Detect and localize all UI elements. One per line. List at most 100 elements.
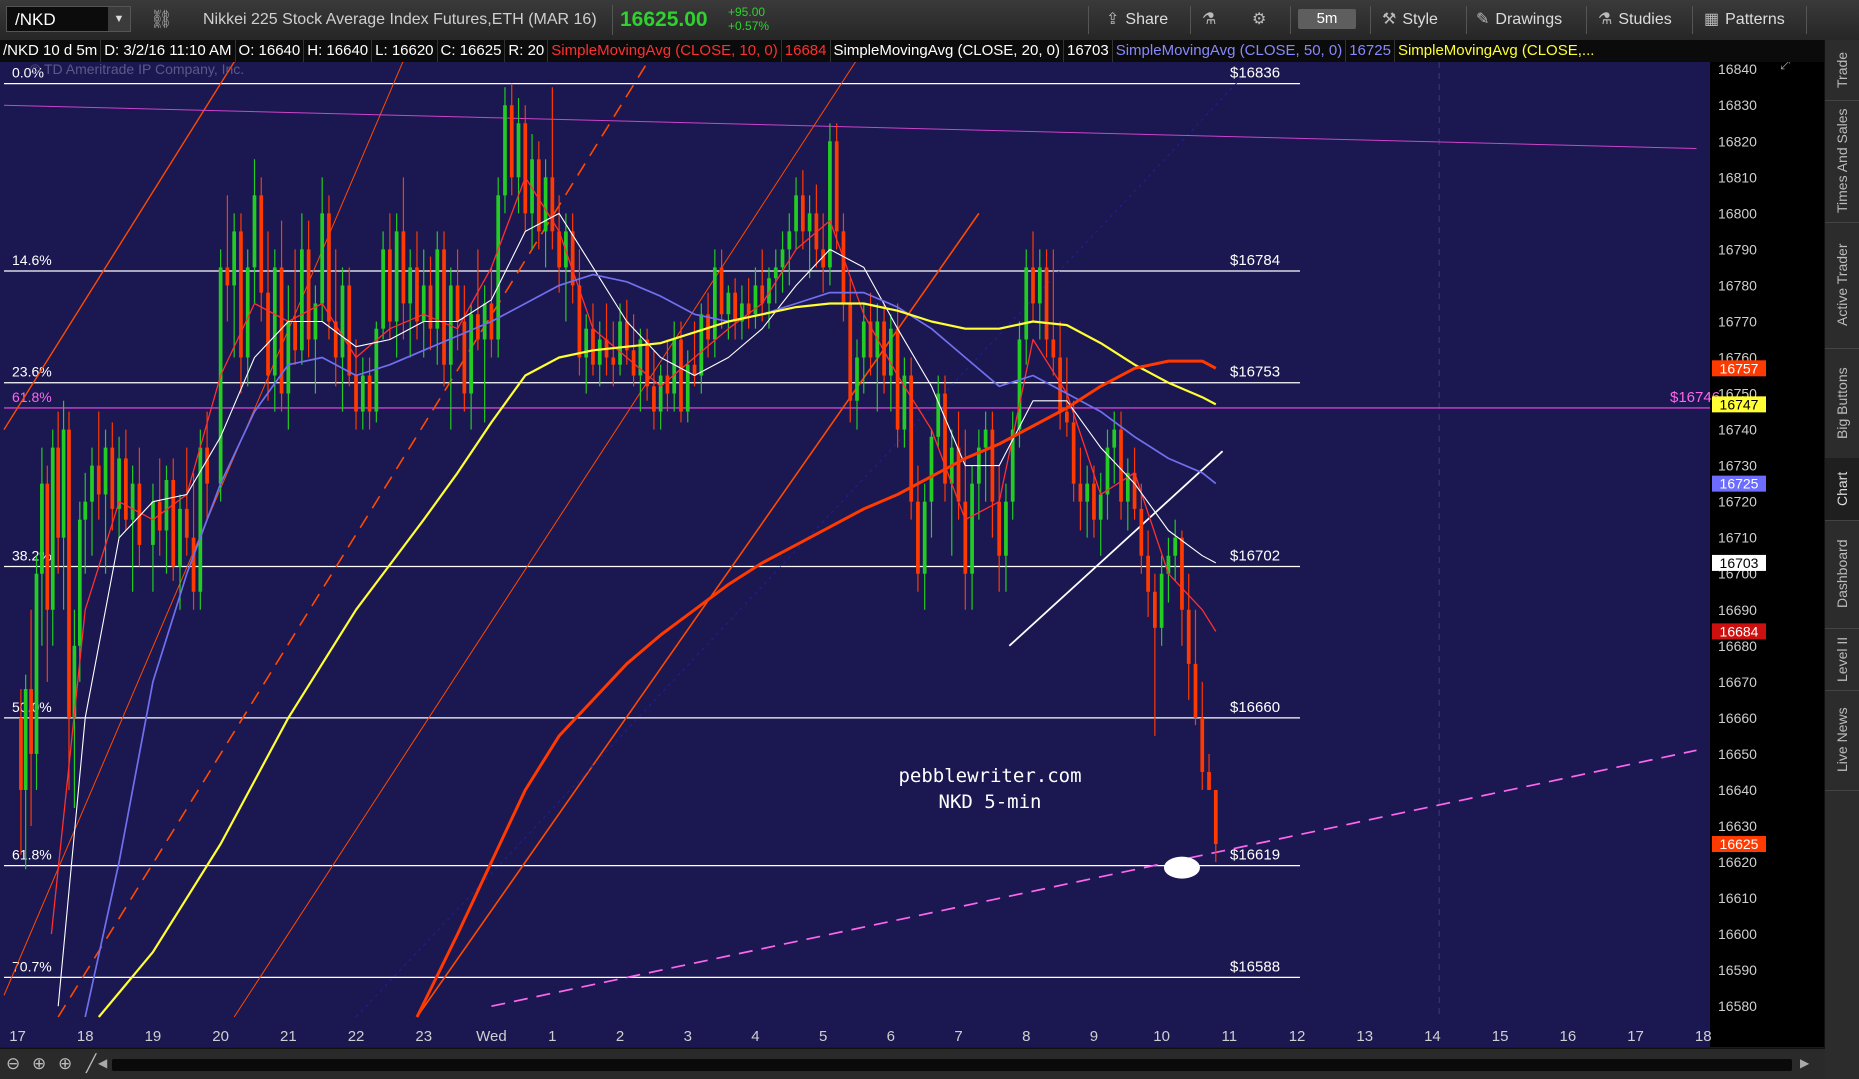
y-tick-label: 16640 <box>1718 782 1757 798</box>
toolbar-separator <box>1692 6 1693 34</box>
candle-body <box>130 483 135 520</box>
price-chart[interactable]: 0.0% $1683614.6% $1678423.6% $1675338.2% $16… <box>0 0 1825 1047</box>
top-toolbar: /NKD ▼ ⛓ Nikkei 225 Stock Average Index … <box>0 0 1859 41</box>
x-tick-label: 18 <box>77 1028 94 1045</box>
candle-body <box>503 105 507 196</box>
zoom-in-icon[interactable]: ⊕ <box>58 1054 72 1074</box>
link-icon[interactable]: ⛓ <box>150 9 173 30</box>
candle-body <box>67 429 71 718</box>
x-tick-label: 3 <box>684 1028 692 1045</box>
scroll-track[interactable] <box>112 1059 1792 1071</box>
x-tick-label: 1 <box>548 1028 556 1045</box>
candle-body <box>855 357 859 401</box>
price-tag-label: 16757 <box>1720 360 1759 376</box>
candle-body <box>110 447 115 509</box>
price-tag-label: 16684 <box>1720 623 1759 639</box>
flask-button[interactable]: ⚗ <box>1202 8 1222 32</box>
y-tick-label: 16730 <box>1718 458 1757 474</box>
sma10-label[interactable]: SimpleMovingAvg (CLOSE, 10, 0) <box>548 40 782 62</box>
share-icon: ⇪ <box>1106 11 1120 28</box>
sidebar-tab-times-and-sales[interactable]: Times And Sales <box>1825 100 1859 223</box>
sidebar-tab-big-buttons[interactable]: Big Buttons <box>1825 348 1859 459</box>
sidebar-tab-level-ii[interactable]: Level II <box>1825 628 1859 691</box>
studies-button[interactable]: ⚗ Studies <box>1598 8 1672 32</box>
candle-body <box>888 328 893 376</box>
drawings-label: Drawings <box>1495 11 1563 28</box>
zoom-out-icon[interactable]: ⊖ <box>6 1054 20 1074</box>
fib-percent-label: 14.6% <box>12 252 52 268</box>
candle-body <box>45 483 50 610</box>
sidebar-tab-trade[interactable]: Trade <box>1825 40 1859 101</box>
sidebar-tab-dashboard[interactable]: Dashboard <box>1825 520 1859 629</box>
symbol-dropdown-icon[interactable]: ▼ <box>108 7 130 31</box>
x-tick-label: 11 <box>1222 1028 1238 1045</box>
y-tick-label: 16680 <box>1718 638 1757 654</box>
fib-price-label: $16588 <box>1230 958 1280 975</box>
candle-body <box>164 480 169 531</box>
scroll-left-icon[interactable]: ◀ <box>98 1056 107 1070</box>
sma50-label[interactable]: SimpleMovingAvg (CLOSE, 50, 0) <box>1113 40 1347 62</box>
candle-body <box>1213 789 1218 845</box>
y-tick-label: 16620 <box>1718 854 1757 870</box>
candle-body <box>1044 267 1049 340</box>
candle-body <box>19 717 23 790</box>
candle-body <box>286 321 291 394</box>
x-tick-label: 13 <box>1356 1028 1373 1045</box>
y-tick-label: 16590 <box>1718 962 1757 978</box>
candle-body <box>354 375 358 412</box>
patterns-button[interactable]: ▦ Patterns <box>1704 8 1785 32</box>
candle-body <box>861 321 866 358</box>
beaker-icon: ⚗ <box>1598 11 1613 28</box>
y-tick-label: 16630 <box>1718 818 1757 834</box>
fib-price-label: $16753 <box>1230 364 1280 381</box>
candle-body <box>360 375 365 412</box>
sidebar-tab-active-trader[interactable]: Active Trader <box>1825 222 1859 349</box>
bar-close: C: 16625 <box>438 40 506 62</box>
sma20-label[interactable]: SimpleMovingAvg (CLOSE, 20, 0) <box>831 40 1064 62</box>
chart-settings-icon[interactable]: ⤢ <box>1780 57 1790 72</box>
x-tick-label: 8 <box>1022 1028 1030 1045</box>
settings-button[interactable]: ⚙ <box>1252 8 1272 32</box>
bar-range: R: 20 <box>505 40 549 62</box>
style-button[interactable]: ⚒ Style <box>1382 8 1438 32</box>
gear-icon: ⚙ <box>1252 11 1267 28</box>
candle-body <box>672 339 677 394</box>
candle-body <box>388 249 392 322</box>
sidebar-tab-live-news[interactable]: Live News <box>1825 690 1859 791</box>
sidebar-tab-chart[interactable]: Chart <box>1825 458 1859 521</box>
candle-body <box>983 429 988 448</box>
candle-body <box>428 285 433 329</box>
toolbar-separator <box>1806 6 1807 34</box>
y-tick-label: 16780 <box>1718 277 1757 293</box>
candle-body <box>665 375 670 394</box>
bar-high: H: 16640 <box>304 40 373 62</box>
timeframe-button[interactable]: 5m <box>1298 9 1356 29</box>
sma-yellow-label[interactable]: SimpleMovingAvg (CLOSE,... <box>1395 40 1597 62</box>
magenta-percent-label: 61.8% <box>12 389 52 405</box>
x-tick-label: 2 <box>616 1028 624 1045</box>
draw-line-icon[interactable]: ╱ <box>86 1054 96 1074</box>
candle-body <box>963 501 968 574</box>
fib-percent-label: 61.8% <box>12 847 52 863</box>
candle-body <box>1037 267 1042 304</box>
candle-body <box>800 195 805 232</box>
candle-body <box>692 364 697 376</box>
candle-body <box>645 339 649 387</box>
last-price: 16625.00 <box>620 8 708 31</box>
patterns-icon: ▦ <box>1704 11 1720 28</box>
share-label: Share <box>1125 11 1169 28</box>
share-button[interactable]: ⇪ Share <box>1106 8 1168 32</box>
candle-body <box>61 429 66 538</box>
candle-body <box>997 501 1002 556</box>
candle-body <box>1193 663 1198 718</box>
x-tick-label: 22 <box>348 1028 365 1045</box>
drawings-button[interactable]: ✎ Drawings <box>1476 8 1562 32</box>
zoom-fit-icon[interactable]: ⊕ <box>32 1054 46 1074</box>
candle-body <box>40 483 44 574</box>
symbol-input[interactable]: /NKD ▼ <box>6 6 131 32</box>
patterns-label: Patterns <box>1725 11 1785 28</box>
candle-body <box>435 249 440 329</box>
scroll-right-icon[interactable]: ▶ <box>1800 1056 1809 1070</box>
pencil-icon: ✎ <box>1476 11 1490 28</box>
chart-area[interactable]: 0.0% $16836 14.6% $16784 23.6% $16753 38.2% $16… <box>0 0 1825 1047</box>
